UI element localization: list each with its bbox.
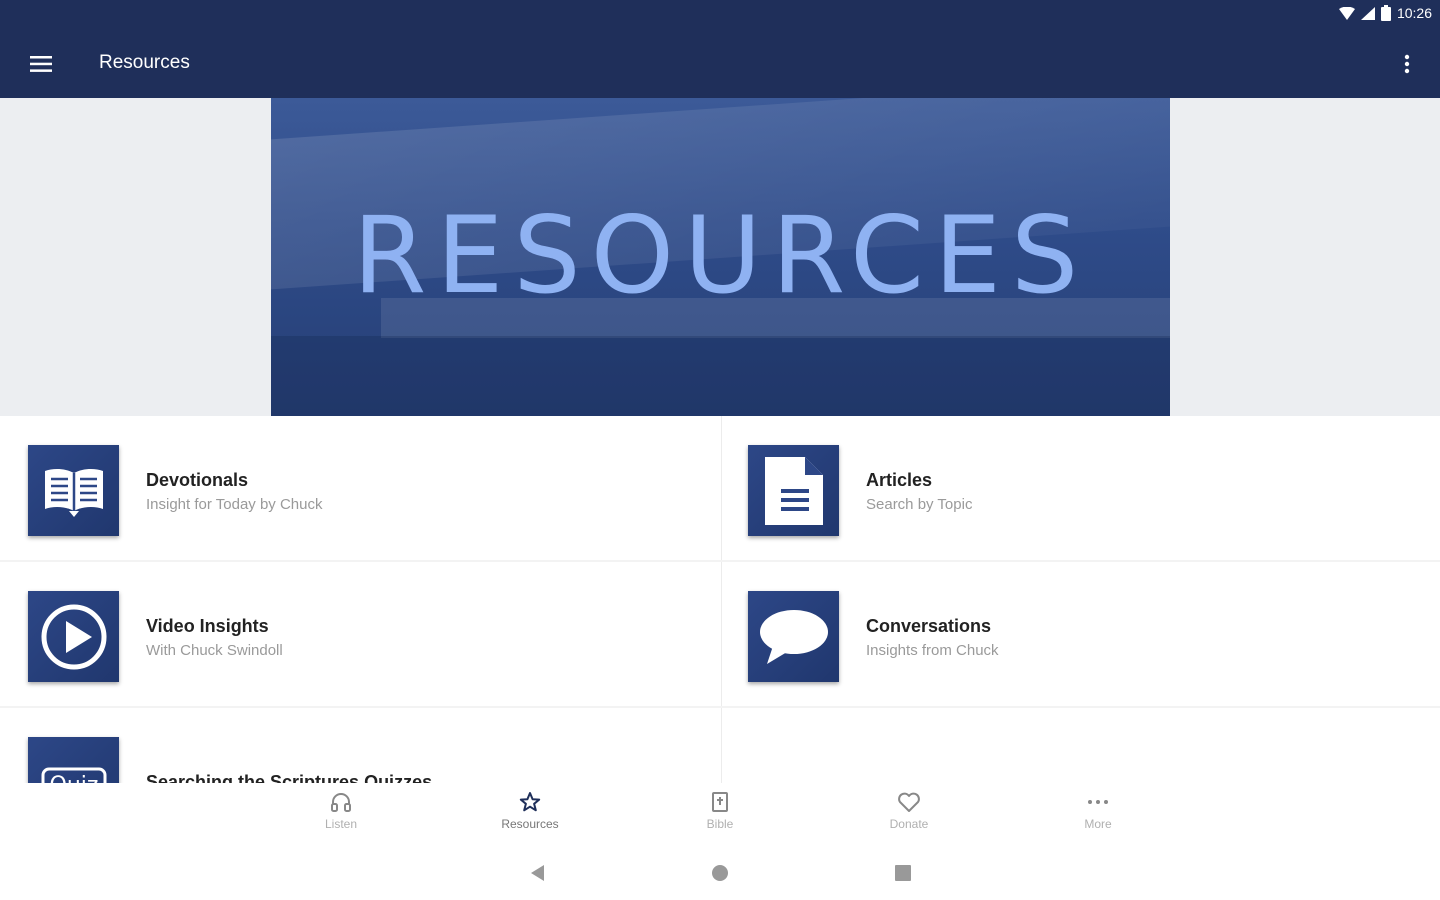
nav-label: More [1084, 817, 1112, 831]
document-icon [748, 445, 839, 536]
open-book-icon [28, 445, 119, 536]
tile-quizzes[interactable]: Quiz Searching the Scriptures Quizzes [0, 708, 720, 783]
heart-icon [898, 792, 920, 812]
status-time: 10:26 [1396, 5, 1432, 21]
status-icons: 10:26 [1338, 5, 1432, 21]
recents-button[interactable] [892, 862, 914, 884]
tile-articles[interactable]: Articles Search by Topic [720, 416, 1440, 562]
speech-bubble-icon [748, 591, 839, 682]
nav-donate[interactable]: Donate [849, 791, 969, 843]
tile-subtitle: Insight for Today by Chuck [146, 496, 323, 513]
hamburger-icon [30, 56, 52, 72]
back-triangle-icon [531, 865, 544, 881]
system-navigation-bar [0, 845, 1440, 900]
tile-video-insights[interactable]: Video Insights With Chuck Swindoll [0, 562, 720, 708]
more-vert-icon [1404, 54, 1410, 74]
home-circle-icon [712, 865, 728, 881]
tile-subtitle: Insights from Chuck [866, 642, 999, 659]
home-button[interactable] [709, 862, 731, 884]
tile-conversations[interactable]: Conversations Insights from Chuck [720, 562, 1440, 708]
tile-subtitle: Search by Topic [866, 496, 973, 513]
tile-title: Articles [866, 470, 933, 490]
hero-title: RESOURCES [352, 194, 1089, 317]
nav-resources[interactable]: Resources [470, 791, 590, 843]
more-dots-icon [1088, 800, 1108, 804]
cell-signal-icon [1360, 6, 1375, 20]
headphones-icon [331, 793, 351, 812]
app-bar: Resources [0, 30, 1440, 98]
tile-title: Video Insights [146, 616, 269, 636]
tile-title: Devotionals [146, 470, 249, 490]
recents-square-icon [895, 865, 911, 881]
hero-section: RESOURCES [0, 98, 1440, 416]
nav-listen[interactable]: Listen [281, 791, 401, 843]
nav-bible[interactable]: Bible [660, 791, 780, 843]
play-circle-icon [28, 591, 119, 682]
page-title: Resources [99, 52, 190, 73]
quiz-icon: Quiz [28, 737, 119, 783]
battery-icon [1380, 5, 1391, 21]
nav-more[interactable]: More [1038, 791, 1158, 843]
tile-devotionals[interactable]: Devotionals Insight for Today by Chuck [0, 416, 720, 562]
status-bar: 10:26 [0, 0, 1440, 30]
back-button[interactable] [527, 862, 549, 884]
resource-grid: Devotionals Insight for Today by Chuck A… [0, 416, 1440, 783]
hero-banner: RESOURCES [271, 98, 1170, 416]
wifi-icon [1338, 6, 1355, 20]
bible-icon [712, 792, 728, 812]
tile-subtitle: With Chuck Swindoll [146, 642, 283, 659]
star-icon [519, 792, 541, 812]
nav-label: Bible [706, 817, 734, 831]
tile-title: Searching the Scriptures Quizzes [146, 772, 433, 783]
tile-title: Conversations [866, 616, 992, 636]
nav-label: Resources [501, 817, 559, 831]
menu-button[interactable] [22, 48, 60, 80]
svg-text:Quiz: Quiz [49, 773, 98, 784]
overflow-menu-button[interactable] [1394, 48, 1420, 80]
bottom-navigation: Listen Resources Bible Donate More [0, 783, 1440, 845]
nav-label: Donate [889, 817, 929, 831]
nav-label: Listen [324, 817, 358, 831]
